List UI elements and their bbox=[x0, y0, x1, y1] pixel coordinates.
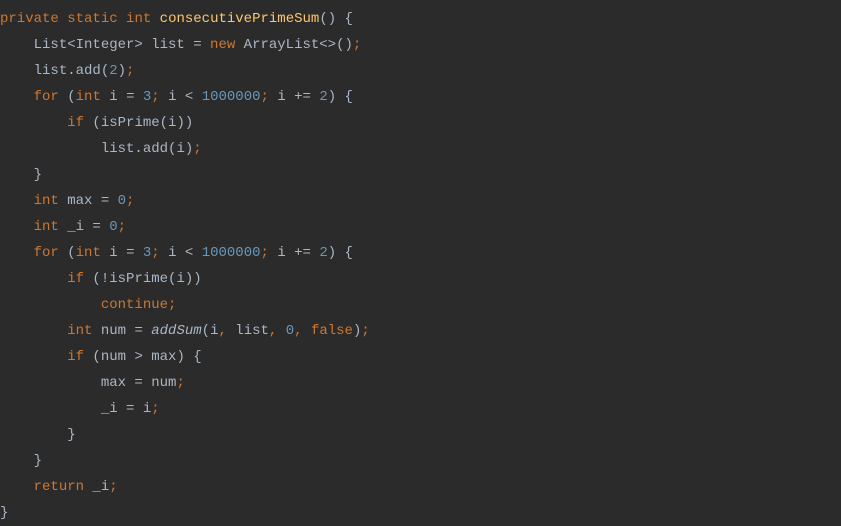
code-editor[interactable]: private static int consecutivePrimeSum()… bbox=[0, 6, 841, 526]
code-line[interactable]: } bbox=[0, 448, 841, 474]
code-token bbox=[118, 11, 126, 27]
code-token: , bbox=[218, 323, 226, 339]
code-token bbox=[151, 11, 159, 27]
code-token: private bbox=[0, 11, 59, 27]
code-line[interactable]: if (isPrime(i)) bbox=[0, 110, 841, 136]
code-line[interactable]: _i = i; bbox=[0, 396, 841, 422]
code-line[interactable]: } bbox=[0, 162, 841, 188]
code-line[interactable]: } bbox=[0, 500, 841, 526]
code-token: (isPrime(i)) bbox=[84, 115, 193, 131]
code-token: 2 bbox=[319, 89, 327, 105]
code-token: num = bbox=[92, 323, 151, 339]
code-token bbox=[303, 323, 311, 339]
code-token: list.add( bbox=[34, 63, 110, 79]
code-token: } bbox=[0, 505, 8, 521]
code-token: } bbox=[34, 453, 42, 469]
code-token: ; bbox=[353, 37, 361, 53]
code-line[interactable]: continue; bbox=[0, 292, 841, 318]
code-token: } bbox=[34, 167, 42, 183]
code-line[interactable]: List<Integer> list = new ArrayList<>(); bbox=[0, 32, 841, 58]
code-line[interactable]: return _i; bbox=[0, 474, 841, 500]
code-token: consecutivePrimeSum bbox=[160, 11, 320, 27]
code-token: ( bbox=[59, 245, 76, 261]
code-token: ; bbox=[126, 193, 134, 209]
code-token: int bbox=[126, 11, 151, 27]
code-token: , bbox=[294, 323, 302, 339]
code-token bbox=[59, 11, 67, 27]
code-token: static bbox=[67, 11, 117, 27]
code-token: i += bbox=[269, 245, 319, 261]
code-token: ; bbox=[261, 245, 269, 261]
code-token: ArrayList<>() bbox=[235, 37, 353, 53]
code-token: ) { bbox=[328, 89, 353, 105]
code-line[interactable]: private static int consecutivePrimeSum()… bbox=[0, 6, 841, 32]
code-token: (!isPrime(i)) bbox=[84, 271, 202, 287]
code-line[interactable]: list.add(2); bbox=[0, 58, 841, 84]
code-token: ; bbox=[151, 89, 159, 105]
code-token: false bbox=[311, 323, 353, 339]
code-token: for bbox=[34, 245, 59, 261]
code-token: int bbox=[34, 219, 59, 235]
code-token: i = bbox=[101, 89, 143, 105]
code-token: continue; bbox=[101, 297, 177, 313]
code-token: ) bbox=[118, 63, 126, 79]
code-token: (i bbox=[202, 323, 219, 339]
code-token: ; bbox=[126, 63, 134, 79]
code-token: List<Integer> list = bbox=[34, 37, 210, 53]
code-token: if bbox=[67, 115, 84, 131]
code-line[interactable]: if (num > max) { bbox=[0, 344, 841, 370]
code-token: list.add(i) bbox=[101, 141, 193, 157]
code-token: ; bbox=[151, 245, 159, 261]
code-token: 0 bbox=[286, 323, 294, 339]
code-token bbox=[277, 323, 285, 339]
code-token: i < bbox=[160, 89, 202, 105]
code-token: } bbox=[67, 427, 75, 443]
code-line[interactable]: list.add(i); bbox=[0, 136, 841, 162]
code-token: max = num bbox=[101, 375, 177, 391]
code-token: if bbox=[67, 271, 84, 287]
code-token: ; bbox=[151, 401, 159, 417]
code-token: i < bbox=[160, 245, 202, 261]
code-token: ; bbox=[261, 89, 269, 105]
code-token: ) { bbox=[328, 245, 353, 261]
code-token: int bbox=[67, 323, 92, 339]
code-line[interactable]: for (int i = 3; i < 1000000; i += 2) { bbox=[0, 84, 841, 110]
code-line[interactable]: } bbox=[0, 422, 841, 448]
code-token: max = bbox=[59, 193, 118, 209]
code-token: i = bbox=[101, 245, 143, 261]
code-token: ; bbox=[118, 219, 126, 235]
code-token: ( bbox=[59, 89, 76, 105]
code-line[interactable]: if (!isPrime(i)) bbox=[0, 266, 841, 292]
code-token: _i = i bbox=[101, 401, 151, 417]
code-token: for bbox=[34, 89, 59, 105]
code-token: 1000000 bbox=[202, 89, 261, 105]
code-token: 0 bbox=[109, 219, 117, 235]
code-token: _i bbox=[84, 479, 109, 495]
code-token: list bbox=[227, 323, 269, 339]
code-line[interactable]: max = num; bbox=[0, 370, 841, 396]
code-line[interactable]: for (int i = 3; i < 1000000; i += 2) { bbox=[0, 240, 841, 266]
code-token: if bbox=[67, 349, 84, 365]
code-token: ; bbox=[109, 479, 117, 495]
code-line[interactable]: int num = addSum(i, list, 0, false); bbox=[0, 318, 841, 344]
code-line[interactable]: int max = 0; bbox=[0, 188, 841, 214]
code-token: 0 bbox=[118, 193, 126, 209]
code-token: addSum bbox=[151, 323, 201, 339]
code-token: () { bbox=[319, 11, 353, 27]
code-token: int bbox=[34, 193, 59, 209]
code-token: _i = bbox=[59, 219, 109, 235]
code-token: ; bbox=[176, 375, 184, 391]
code-token: i += bbox=[269, 89, 319, 105]
code-line[interactable]: int _i = 0; bbox=[0, 214, 841, 240]
code-token: new bbox=[210, 37, 235, 53]
code-token: (num > max) { bbox=[84, 349, 202, 365]
code-token: 1000000 bbox=[202, 245, 261, 261]
code-token: 2 bbox=[319, 245, 327, 261]
code-token: 2 bbox=[109, 63, 117, 79]
code-token: int bbox=[76, 89, 101, 105]
code-token: ; bbox=[193, 141, 201, 157]
code-token: ; bbox=[361, 323, 369, 339]
code-token: return bbox=[34, 479, 84, 495]
code-token: int bbox=[76, 245, 101, 261]
